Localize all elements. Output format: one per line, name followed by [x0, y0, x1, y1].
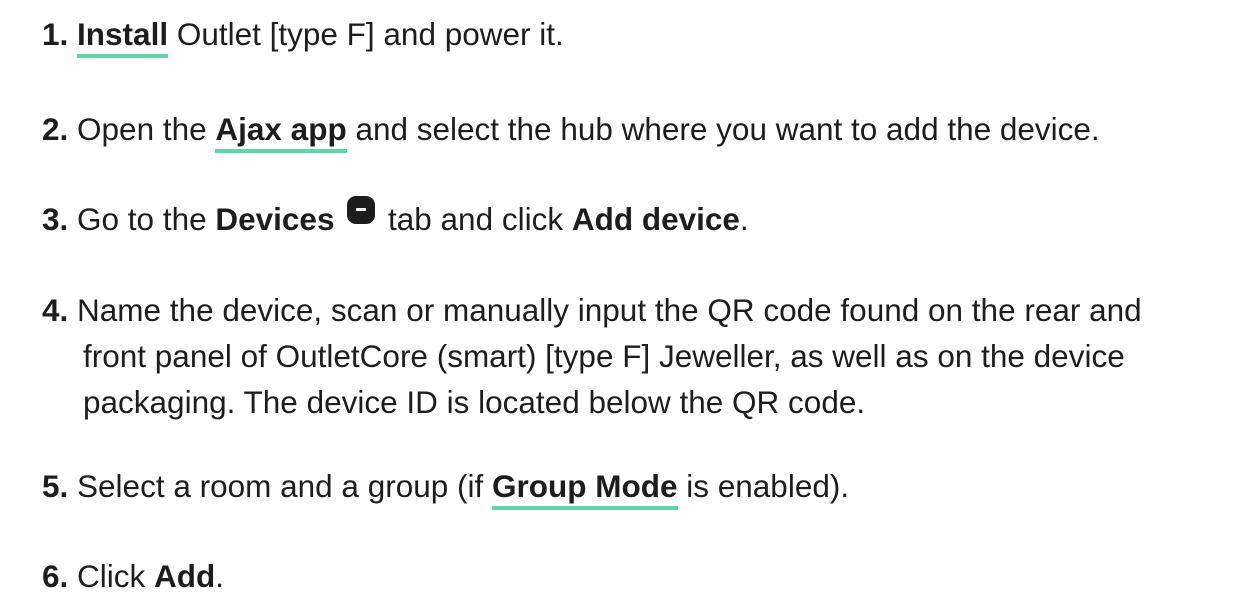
step-text: Go to the — [68, 201, 216, 237]
step-text-line-1: Name the device, scan or manually input … — [68, 292, 1142, 328]
group-mode-link[interactable]: Group Mode — [492, 468, 678, 510]
devices-label: Devices — [215, 201, 335, 237]
step-text: Click — [68, 558, 155, 594]
add-device-label: Add device — [571, 201, 740, 237]
step-3: 3. Go to the Devices tab and click Add d… — [42, 196, 1242, 242]
step-1: 1. Install Outlet [type F] and power it. — [42, 11, 1242, 58]
step-text-line-2: front panel of OutletCore (smart) [type … — [83, 338, 1125, 374]
step-6: 6. Click Add. — [42, 553, 1242, 599]
step-text: Outlet [type F] and power it. — [168, 16, 564, 52]
step-text: Open the — [68, 111, 216, 147]
step-text: and select the hub where you want to add… — [346, 111, 1100, 147]
step-number: 3. — [42, 201, 69, 237]
ajax-app-link[interactable]: Ajax app — [215, 111, 347, 153]
step-2: 2. Open the Ajax app and select the hub … — [42, 106, 1242, 153]
step-text: Select a room and a group (if — [68, 468, 493, 504]
add-label: Add — [154, 558, 216, 594]
step-text: is enabled). — [677, 468, 850, 504]
step-number: 5. — [42, 468, 69, 504]
step-text: . — [215, 558, 225, 594]
step-5: 5. Select a room and a group (if Group M… — [42, 463, 1242, 510]
step-number: 1. — [42, 16, 69, 52]
step-number: 4. — [42, 292, 69, 328]
install-link[interactable]: Install — [77, 16, 169, 58]
step-text: . — [739, 201, 749, 237]
step-text-line-3: packaging. The device ID is located belo… — [83, 384, 866, 420]
step-number: 2. — [42, 111, 69, 147]
step-text: tab and click — [379, 201, 572, 237]
step-number: 6. — [42, 558, 69, 594]
devices-tab-icon — [347, 196, 376, 224]
step-4: 4. Name the device, scan or manually inp… — [42, 287, 1242, 425]
